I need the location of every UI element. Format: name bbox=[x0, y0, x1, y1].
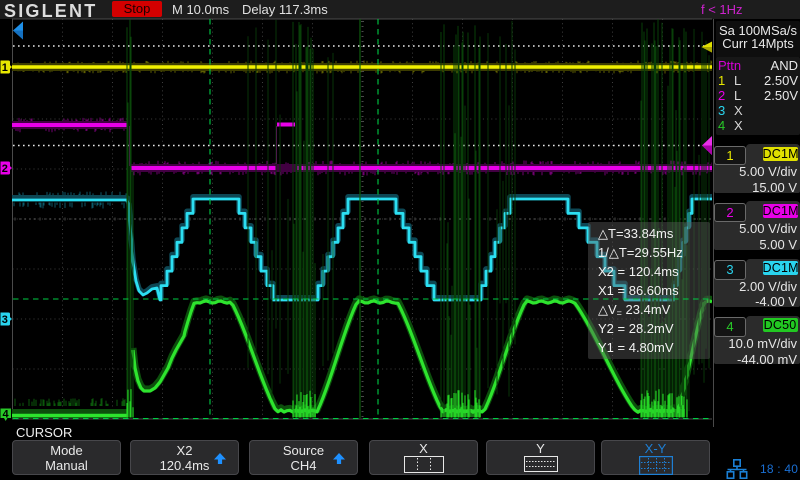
svg-text:Y1 = 4.80mV: Y1 = 4.80mV bbox=[598, 340, 674, 355]
svg-text:1: 1 bbox=[2, 62, 8, 74]
svg-text:3: 3 bbox=[2, 314, 8, 326]
svg-text:4: 4 bbox=[3, 409, 10, 421]
svg-text:Y2 = 28.2mV: Y2 = 28.2mV bbox=[598, 321, 674, 336]
svg-text:2: 2 bbox=[2, 163, 8, 175]
svg-text:△T=33.84ms: △T=33.84ms bbox=[598, 226, 674, 241]
svg-text:△V= 23.4mV: △V= 23.4mV bbox=[598, 302, 671, 318]
svg-text:X2 = 120.4ms: X2 = 120.4ms bbox=[598, 264, 679, 279]
svg-text:X1 = 86.60ms: X1 = 86.60ms bbox=[598, 283, 679, 298]
svg-text:1/△T=29.55Hz: 1/△T=29.55Hz bbox=[598, 245, 683, 260]
